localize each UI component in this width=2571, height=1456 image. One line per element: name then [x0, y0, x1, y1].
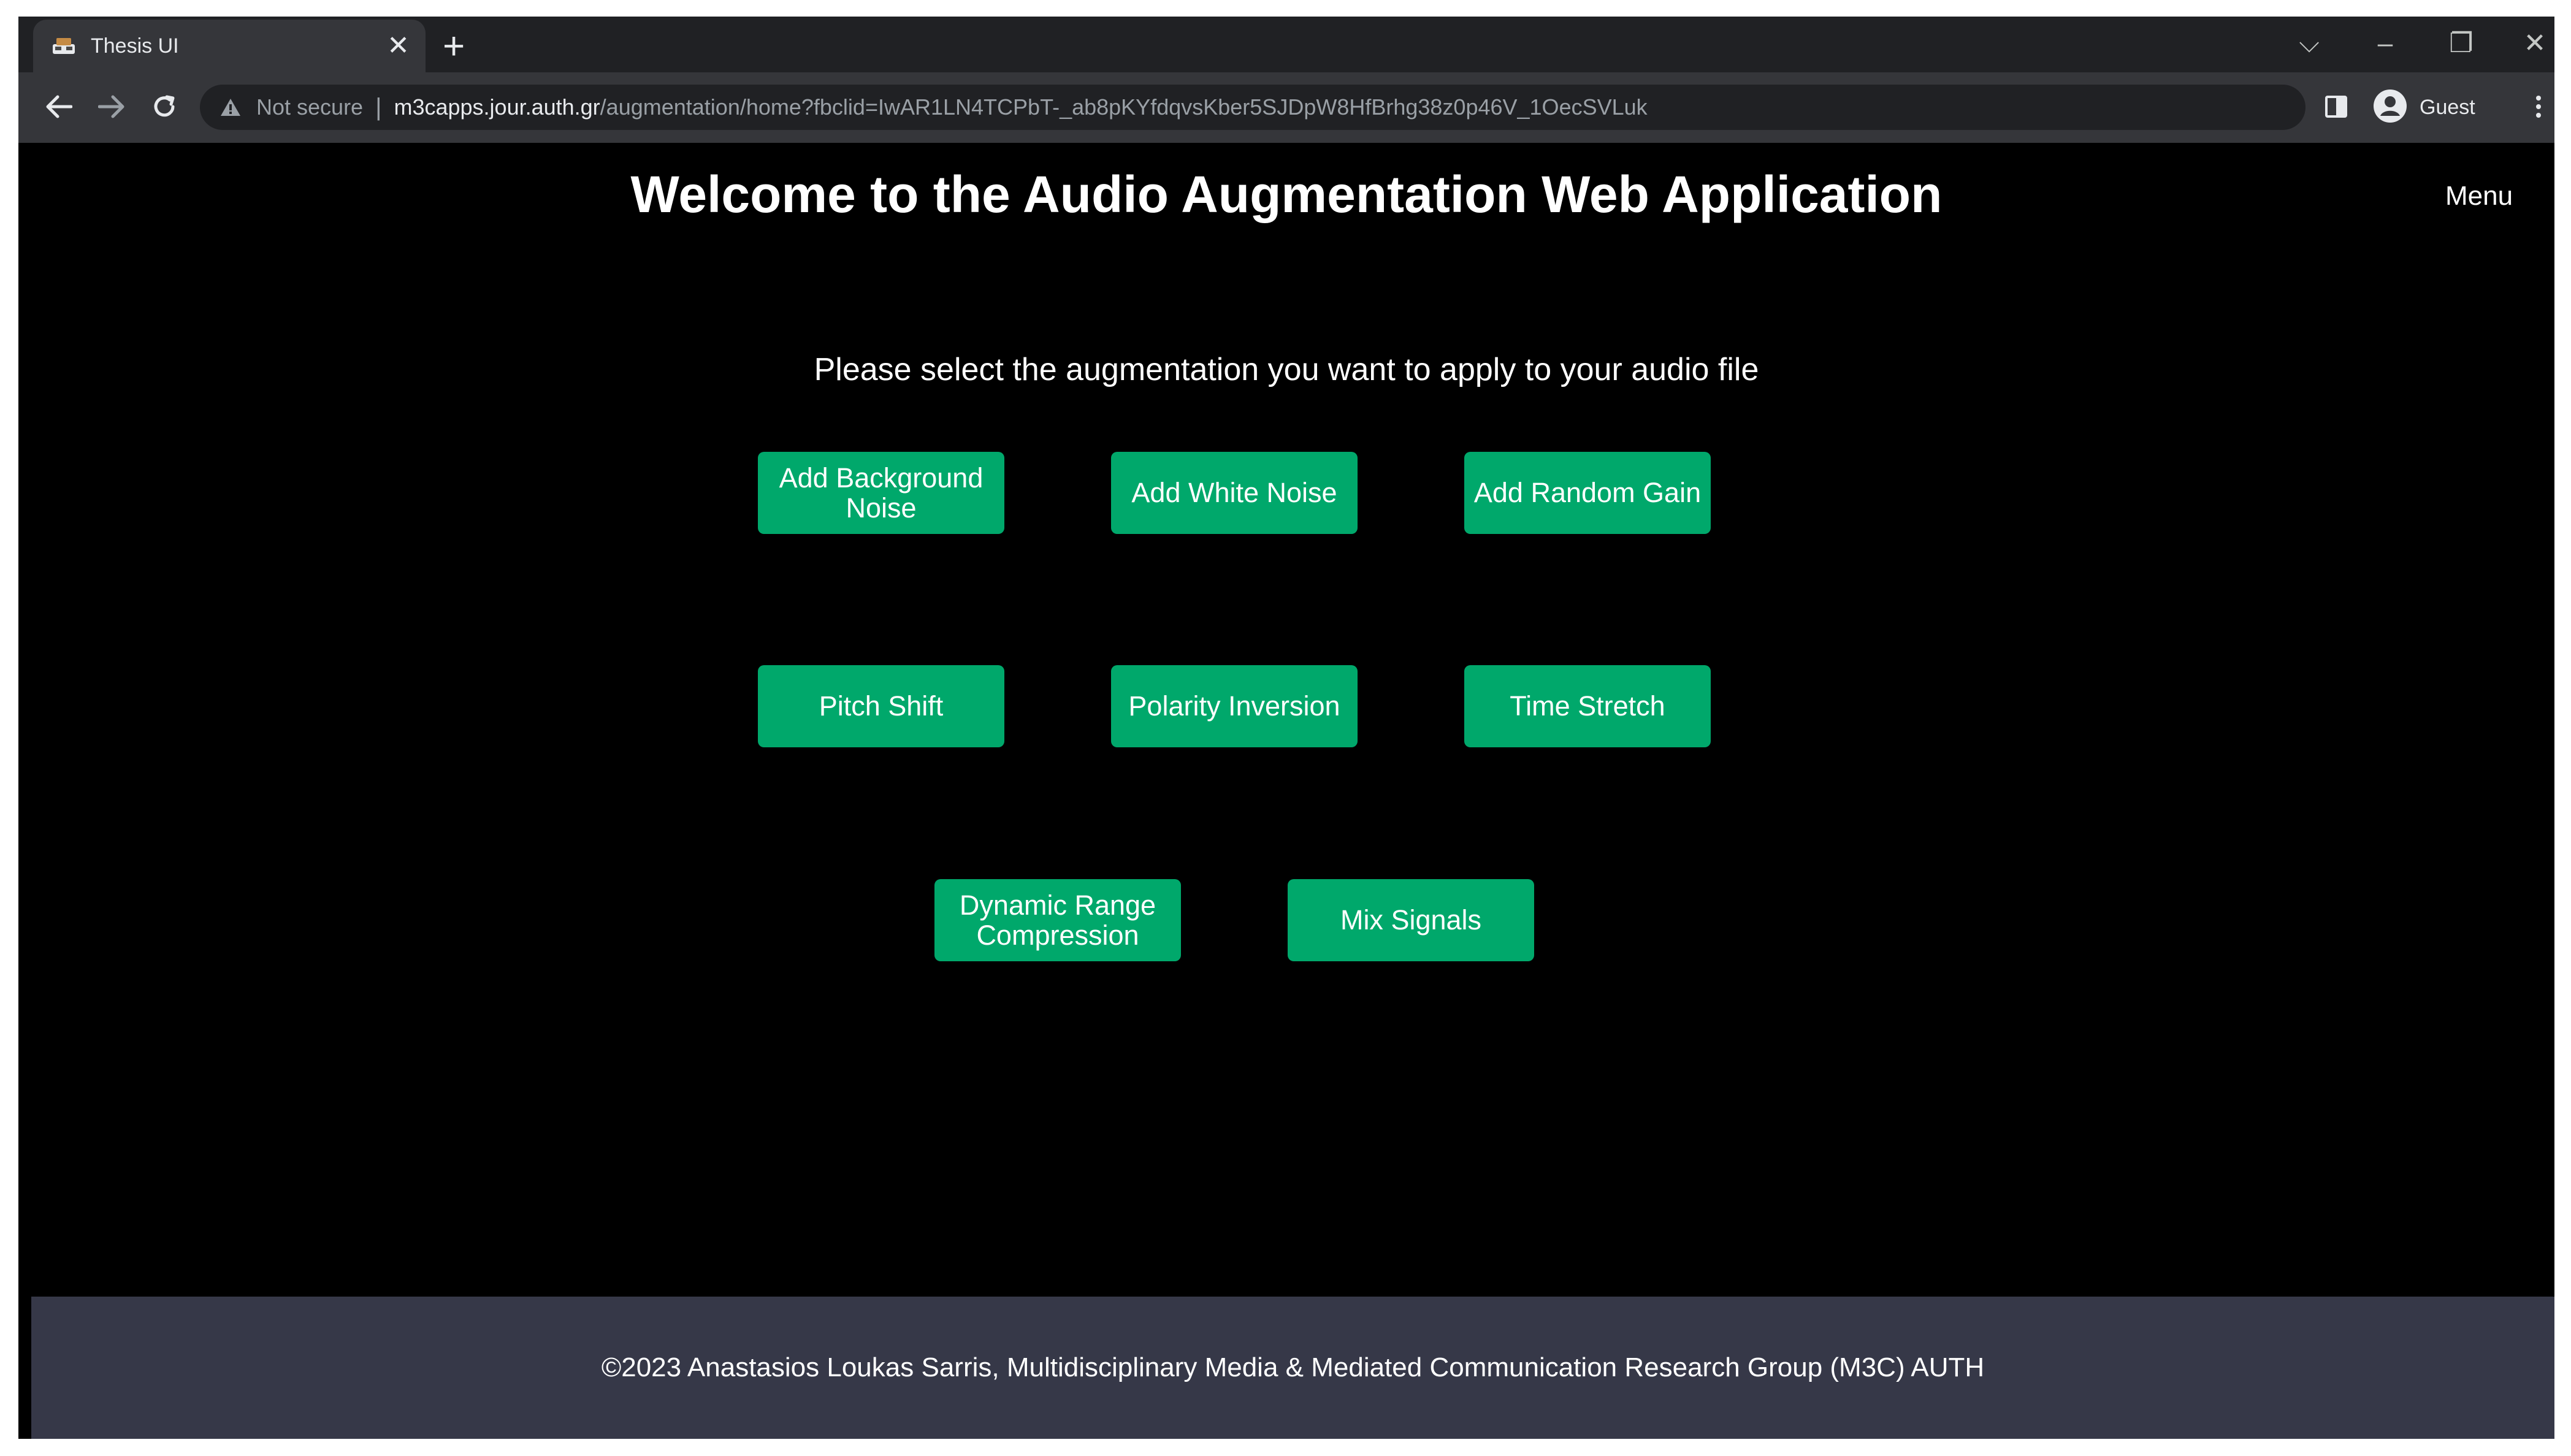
instruction-text: Please select the augmentation you want …: [814, 352, 1759, 387]
warning-icon[interactable]: [220, 95, 244, 120]
page-content: Welcome to the Audio Augmentation Web Ap…: [18, 143, 2554, 1439]
mix-signals-button[interactable]: Mix Signals: [1288, 879, 1534, 961]
url-host[interactable]: m3capps.jour.auth.gr: [394, 94, 600, 120]
minimize-icon[interactable]: –: [2367, 25, 2404, 62]
side-panel-icon[interactable]: [2318, 88, 2355, 125]
security-label[interactable]: Not secure: [256, 94, 363, 120]
security-separator: |: [375, 93, 382, 121]
time-stretch-button[interactable]: Time Stretch: [1464, 665, 1711, 747]
url-path[interactable]: /augmentation/home?fbclid=IwAR1LN4TCPbT-…: [600, 94, 1648, 120]
add-white-noise-button[interactable]: Add White Noise: [1111, 452, 1358, 534]
new-tab-icon[interactable]: +: [443, 28, 465, 66]
menu-link[interactable]: Menu: [2445, 181, 2513, 212]
profile-label: Guest: [2420, 95, 2475, 119]
tab-search-icon[interactable]: ⌵: [2291, 25, 2328, 62]
page-title: Welcome to the Audio Augmentation Web Ap…: [630, 166, 1943, 223]
pitch-shift-button[interactable]: Pitch Shift: [758, 665, 1004, 747]
forward-icon[interactable]: [93, 88, 130, 125]
close-window-icon[interactable]: ✕: [2516, 25, 2553, 62]
add-background-noise-button[interactable]: Add Background Noise: [758, 452, 1004, 534]
tab-strip: Thesis UI ✕ + ⌵ – ❐ ✕: [18, 17, 2554, 72]
footer-copyright: ©2023 Anastasios Loukas Sarris, Multidis…: [601, 1352, 1985, 1382]
restore-icon[interactable]: ❐: [2443, 25, 2480, 62]
add-random-gain-button[interactable]: Add Random Gain: [1464, 452, 1711, 534]
reload-icon[interactable]: [146, 88, 183, 125]
tab-favicon: [50, 32, 77, 59]
kebab-menu-icon[interactable]: [2520, 88, 2554, 125]
address-bar[interactable]: Not secure | m3capps.jour.auth.gr /augme…: [200, 85, 2305, 130]
tab-title: Thesis UI: [91, 34, 179, 58]
back-icon[interactable]: [40, 88, 77, 125]
dynamic-range-compression-button[interactable]: Dynamic Range Compression: [934, 879, 1181, 961]
tab-close-icon[interactable]: ✕: [387, 32, 410, 59]
browser-tab[interactable]: Thesis UI ✕: [33, 20, 426, 72]
polarity-inversion-button[interactable]: Polarity Inversion: [1111, 665, 1358, 747]
profile-avatar-icon: [2373, 89, 2407, 126]
browser-toolbar: Not secure | m3capps.jour.auth.gr /augme…: [18, 72, 2554, 143]
footer: ©2023 Anastasios Loukas Sarris, Multidis…: [31, 1297, 2554, 1439]
browser-window: Thesis UI ✕ + ⌵ – ❐ ✕ Not secure | m3cap…: [18, 17, 2554, 1439]
profile-button[interactable]: Guest: [2373, 85, 2475, 130]
